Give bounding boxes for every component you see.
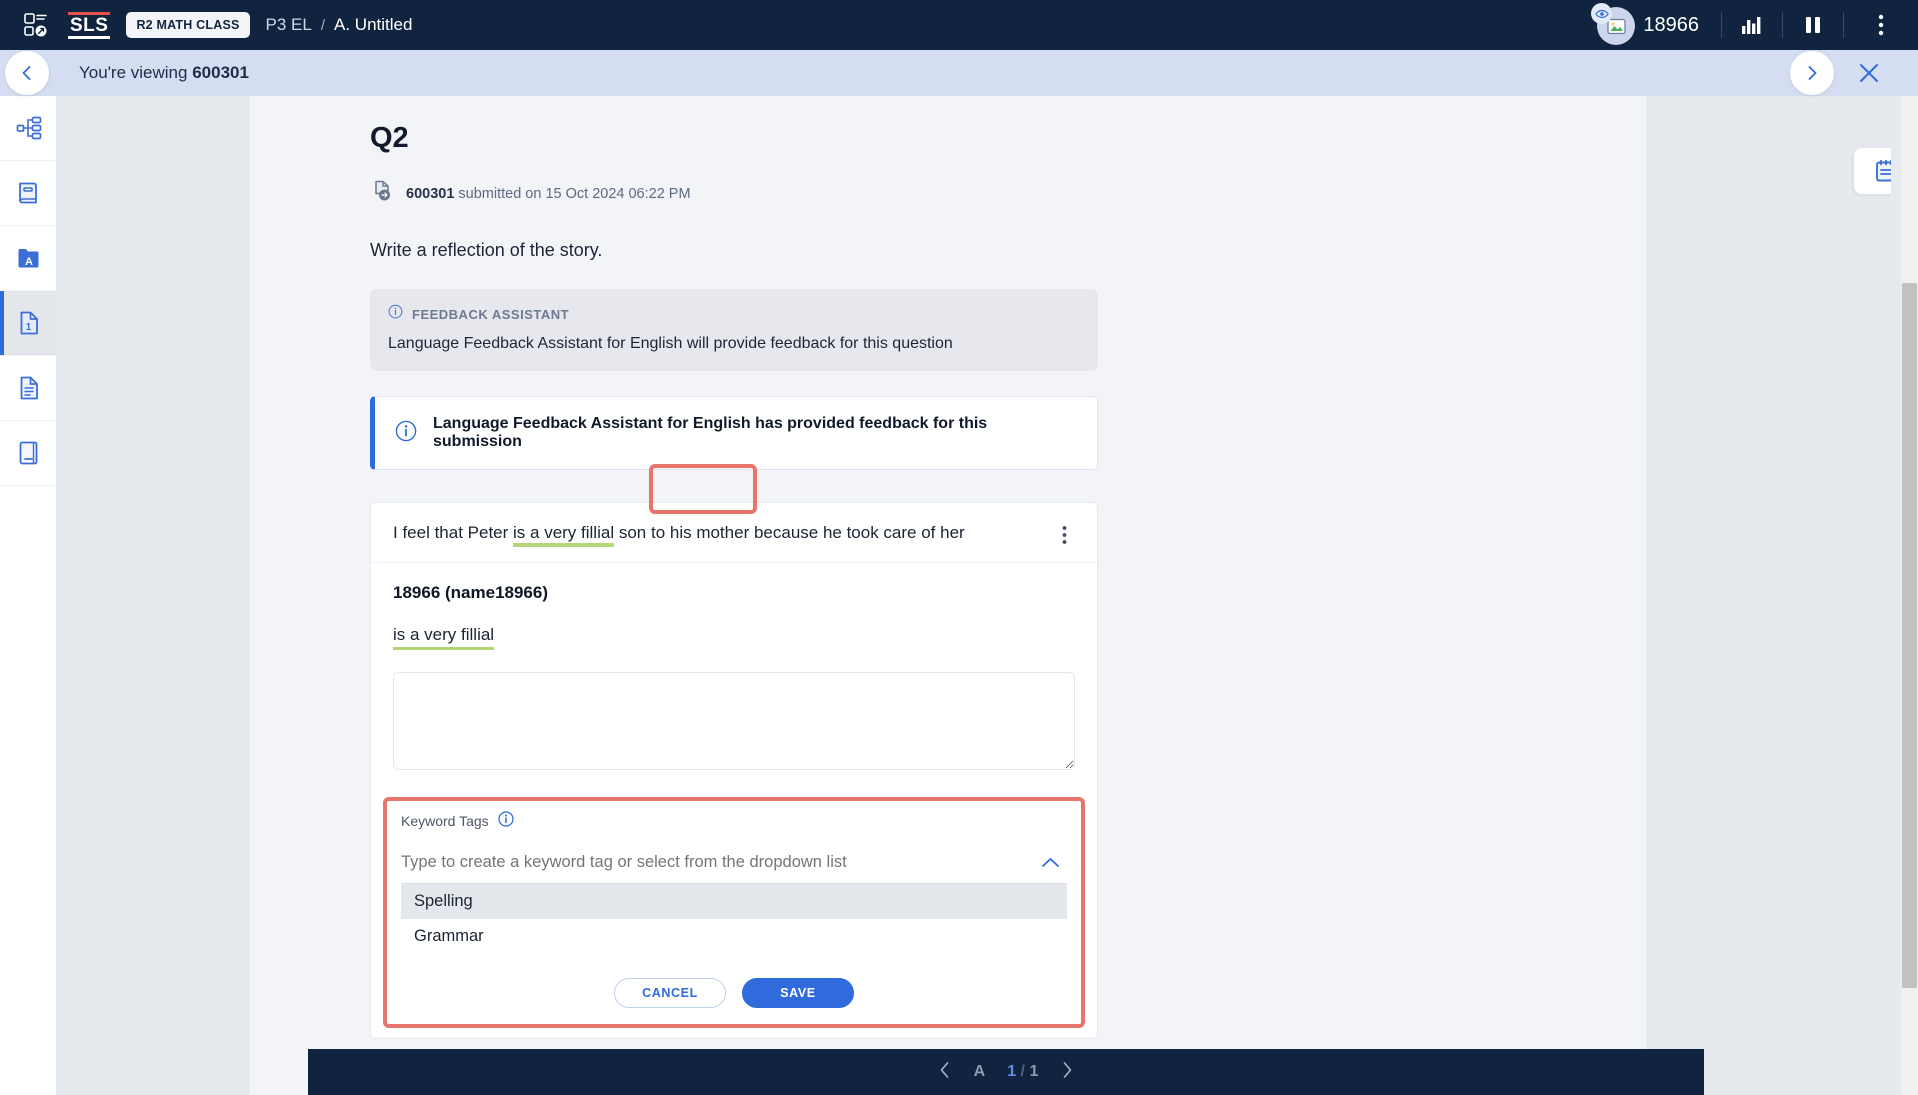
sidebar-item-library[interactable] [0,421,57,486]
submission-meta: 600301 submitted on 15 Oct 2024 06:22 PM [370,179,1546,208]
keyword-tag-option-spelling[interactable]: Spelling [401,883,1067,919]
pager-prev-button[interactable] [938,1061,952,1084]
keyword-tag-option-grammar[interactable]: Grammar [401,919,1067,954]
answer-highlight[interactable]: is a very fillial [513,523,615,547]
back-button[interactable] [5,51,49,95]
scrollbar-gutter [1891,96,1901,1095]
sidebar-item-notes[interactable] [0,356,57,421]
vertical-dots-icon[interactable] [1844,0,1918,50]
answer-options-button[interactable] [1053,521,1075,545]
chevron-left-icon [940,1061,948,1078]
alert-text: Language Feedback Assistant for English … [433,415,988,450]
sitemap-icon [16,116,41,140]
bar-chart-icon[interactable] [1722,0,1782,50]
submission-sheet: Q2 600301 submitted on 15 Oct 2024 06:22… [250,96,1646,1095]
chevron-left-icon [22,66,31,80]
banner-actions [1790,51,1918,95]
answer-line: I feel that Peter is a very fillial son … [371,503,1097,562]
notebook-icon [19,441,37,465]
left-sidebar: A 1 [0,96,57,1095]
scrollbar-thumb[interactable] [1902,283,1917,988]
sls-logo[interactable]: SLS [68,11,111,39]
sidebar-item-sitemap[interactable] [0,96,57,161]
viewing-label: You're viewing 600301 [79,63,249,83]
topbar-right-group: 18966 [1591,0,1918,50]
feedback-assistant-label: FEEDBACK ASSISTANT [412,306,570,322]
folder-a-icon: A [18,249,38,268]
feedback-provided-alert: Language Feedback Assistant for English … [370,396,1098,470]
breadcrumb-current[interactable]: A. Untitled [334,15,412,35]
submitted-on-text: submitted on 15 Oct 2024 06:22 PM [454,185,691,202]
sidebar-item-submission[interactable]: 1 [0,291,57,356]
viewing-prefix: You're viewing [79,63,193,82]
page-title: Q2 [370,122,409,154]
pager-separator: / [1020,1063,1025,1080]
chevron-right-icon [1808,66,1817,80]
document-lines-icon [20,376,38,400]
chevron-right-icon [1064,1061,1072,1078]
sidebar-item-book[interactable] [0,161,57,226]
next-submission-button[interactable] [1790,51,1834,95]
cancel-button[interactable]: CANCEL [614,977,726,1008]
info-circle-icon[interactable] [498,810,514,832]
viewing-subject-id: 600301 [192,63,249,82]
keyword-tags-input[interactable] [401,852,1033,872]
answer-card: I feel that Peter is a very fillial son … [370,502,1098,1039]
vertical-dots-icon [1062,526,1066,544]
pager-total: 1 [1029,1063,1039,1080]
feedback-assistant-header: FEEDBACK ASSISTANT [388,304,1080,324]
keyword-tags-label: Keyword Tags [401,813,489,830]
book-icon [18,182,37,204]
pager-next-button[interactable] [1060,1061,1074,1084]
svg-text:A: A [25,256,33,268]
feedback-comment-textarea[interactable] [393,671,1075,770]
pager-section[interactable]: A [974,1063,986,1081]
user-id-label: 18966 [1643,13,1699,36]
feedback-assistant-body: Language Feedback Assistant for English … [388,335,953,352]
pager-counter: 1 / 1 [1007,1063,1038,1081]
class-chip[interactable]: R2 MATH CLASS [126,12,250,38]
feedback-quote: is a very fillial [393,625,495,650]
keyword-tags-dropdown: Spelling Grammar [401,883,1067,954]
svg-text:1: 1 [25,322,31,333]
viewing-banner: You're viewing 600301 [0,50,1918,96]
close-button[interactable] [1854,58,1884,88]
submission-paper: Q2 600301 submitted on 15 Oct 2024 06:22… [250,96,1646,1095]
info-circle-icon [388,304,403,324]
chevron-up-icon[interactable] [1033,856,1067,869]
bottom-pager: A 1 / 1 [308,1049,1704,1095]
keyword-tags-section: Keyword Tags Type to create a keyword ta… [383,796,1085,1028]
avatar[interactable] [1591,3,1636,47]
feedback-editor-panel: 18966 (name18966) is a very fillial Keyw… [371,561,1097,1028]
keyword-tags-actions: CANCEL SAVE [401,977,1067,1008]
sidebar-item-assignments[interactable]: A [0,226,57,291]
pager-current: 1 [1007,1063,1017,1080]
answer-text-after: son to his mother because he took care o… [614,523,965,542]
submitter-id: 600301 [406,185,455,202]
answer-text: I feel that Peter is a very fillial son … [393,521,1053,547]
answer-text-before: I feel that Peter [393,523,514,542]
info-circle-icon [395,420,417,447]
app-icon[interactable] [18,7,54,43]
close-icon [1860,64,1878,82]
keyword-tags-select[interactable] [401,841,1067,884]
top-navigation-bar: SLS R2 MATH CLASS P3 EL / A. Untitled 18… [0,0,1918,50]
content-area: Q2 600301 submitted on 15 Oct 2024 06:22… [57,96,1918,1095]
breadcrumb-separator: / [320,16,326,34]
document-1-icon: 1 [20,311,38,335]
breadcrumb-parent[interactable]: P3 EL [266,15,312,35]
feedback-author: 18966 (name18966) [393,582,549,602]
keyword-tags-label-row: Keyword Tags [401,810,1067,832]
feedback-assistant-box: FEEDBACK ASSISTANT Language Feedback Ass… [370,289,1098,371]
save-button[interactable]: SAVE [742,977,854,1008]
submission-meta-text: 600301 submitted on 15 Oct 2024 06:22 PM [406,186,691,202]
question-prompt: Write a reflection of the story. [370,240,603,260]
pause-icon[interactable] [1783,0,1843,50]
submission-doc-icon [370,179,394,208]
